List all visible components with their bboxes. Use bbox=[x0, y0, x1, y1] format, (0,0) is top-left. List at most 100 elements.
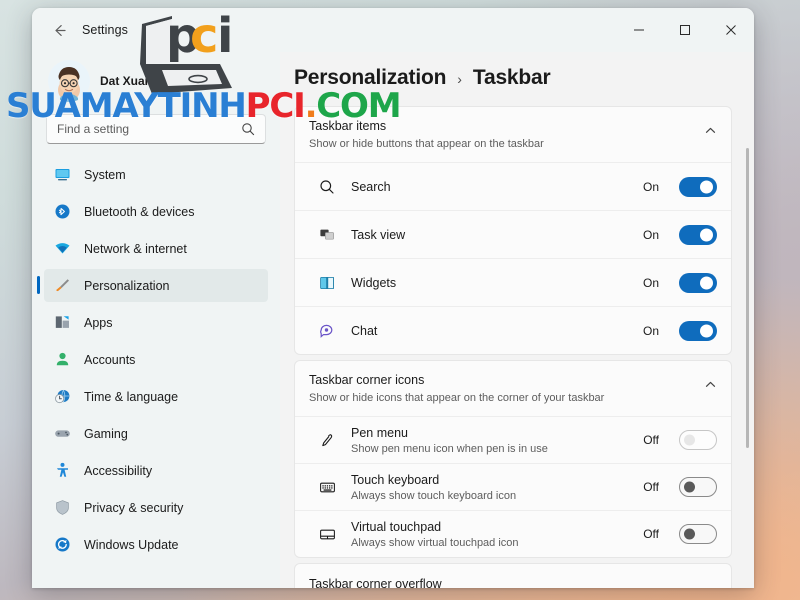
shield-icon bbox=[54, 499, 71, 516]
task-view-icon bbox=[317, 227, 337, 243]
sidebar: Dat Xuan Find a setting System Bluetooth… bbox=[32, 52, 280, 588]
sidebar-item-label: Windows Update bbox=[84, 537, 179, 552]
row-search: Search On bbox=[295, 162, 731, 210]
sidebar-item-bluetooth-devices[interactable]: Bluetooth & devices bbox=[44, 195, 268, 228]
window-controls bbox=[616, 8, 754, 52]
toggle-state-label: Off bbox=[643, 527, 659, 542]
breadcrumb-parent[interactable]: Personalization bbox=[294, 66, 446, 90]
sidebar-item-time-language[interactable]: Time & language bbox=[44, 380, 268, 413]
account-block[interactable]: Dat Xuan bbox=[44, 52, 268, 114]
sidebar-item-privacy-security[interactable]: Privacy & security bbox=[44, 491, 268, 524]
section-subtitle: Show or hide buttons that appear on the … bbox=[309, 137, 544, 150]
bluetooth-icon bbox=[54, 203, 71, 220]
sidebar-nav: System Bluetooth & devices Network & int… bbox=[37, 158, 268, 565]
vertical-scrollbar[interactable] bbox=[744, 148, 751, 543]
row-task-view: Task view On bbox=[295, 210, 731, 258]
section-title: Taskbar corner icons bbox=[309, 373, 425, 388]
sidebar-item-network-internet[interactable]: Network & internet bbox=[44, 232, 268, 265]
close-button[interactable] bbox=[708, 8, 754, 52]
row-title: Chat bbox=[351, 323, 378, 338]
paintbrush-icon bbox=[54, 277, 71, 294]
section-header[interactable]: Taskbar corner icons Show or hide icons … bbox=[295, 361, 731, 416]
sidebar-item-system[interactable]: System bbox=[44, 158, 268, 191]
sidebar-item-label: Network & internet bbox=[84, 241, 187, 256]
toggle-state-label: On bbox=[642, 323, 659, 338]
row-subtitle: Always show touch keyboard icon bbox=[351, 489, 517, 502]
sidebar-item-label: Accounts bbox=[84, 352, 136, 367]
sidebar-item-accounts[interactable]: Accounts bbox=[44, 343, 268, 376]
avatar bbox=[48, 60, 90, 102]
user-avatar-icon bbox=[48, 60, 90, 102]
search-icon bbox=[241, 122, 255, 136]
minimize-icon bbox=[634, 29, 644, 31]
wifi-icon bbox=[54, 240, 71, 257]
scrollbar-thumb[interactable] bbox=[746, 148, 749, 448]
window-body: Dat Xuan Find a setting System Bluetooth… bbox=[32, 52, 754, 588]
row-title: Pen menu bbox=[351, 425, 408, 440]
back-button[interactable] bbox=[42, 15, 76, 45]
row-title: Search bbox=[351, 179, 391, 194]
sidebar-item-label: Apps bbox=[84, 315, 113, 330]
sidebar-item-label: Accessibility bbox=[84, 463, 153, 478]
row-title: Task view bbox=[351, 227, 406, 242]
sidebar-item-label: Time & language bbox=[84, 389, 179, 404]
search-input[interactable] bbox=[57, 122, 241, 136]
row-touch-keyboard: Touch keyboard Always show touch keyboar… bbox=[295, 463, 731, 510]
search-icon bbox=[317, 179, 337, 195]
settings-window: Settings Dat Xuan Find a setting System … bbox=[32, 8, 754, 588]
pen-menu-toggle[interactable] bbox=[679, 430, 717, 451]
minimize-button[interactable] bbox=[616, 8, 662, 52]
account-text: Dat Xuan bbox=[100, 74, 152, 89]
system-monitor-icon bbox=[54, 166, 71, 183]
accessibility-person-icon bbox=[54, 462, 71, 479]
chevron-up-icon[interactable] bbox=[704, 118, 717, 142]
sidebar-item-label: System bbox=[84, 167, 126, 182]
apps-icon bbox=[54, 314, 71, 331]
back-arrow-icon bbox=[54, 24, 66, 36]
toggle-state-label: Off bbox=[643, 480, 659, 495]
keyboard-icon bbox=[317, 479, 337, 496]
app-title: Settings bbox=[82, 23, 128, 37]
toggle-state-label: On bbox=[642, 275, 659, 290]
chat-toggle[interactable] bbox=[679, 320, 717, 341]
search-box[interactable] bbox=[46, 114, 266, 144]
sidebar-item-windows-update[interactable]: Windows Update bbox=[44, 528, 268, 561]
task-view-toggle[interactable] bbox=[679, 224, 717, 245]
pen-icon bbox=[317, 432, 337, 448]
close-icon bbox=[726, 25, 736, 35]
widgets-toggle[interactable] bbox=[679, 272, 717, 293]
row-pen-menu: Pen menu Show pen menu icon when pen is … bbox=[295, 416, 731, 463]
section-title: Taskbar items bbox=[309, 119, 387, 133]
page-title: Taskbar bbox=[472, 66, 551, 89]
section-header[interactable]: Taskbar items Show or hide buttons that … bbox=[295, 107, 731, 162]
sidebar-item-personalization[interactable]: Personalization bbox=[37, 269, 268, 302]
section-taskbar-items: Taskbar items Show or hide buttons that … bbox=[294, 106, 732, 356]
gamepad-icon bbox=[54, 425, 71, 442]
chevron-up-icon[interactable] bbox=[704, 372, 717, 396]
row-subtitle: Show pen menu icon when pen is in use bbox=[351, 442, 548, 455]
sidebar-item-label: Bluetooth & devices bbox=[84, 204, 195, 219]
sidebar-item-apps[interactable]: Apps bbox=[44, 306, 268, 339]
sidebar-item-gaming[interactable]: Gaming bbox=[44, 417, 268, 450]
sidebar-item-accessibility[interactable]: Accessibility bbox=[44, 454, 268, 487]
sidebar-item-label: Privacy & security bbox=[84, 500, 184, 515]
row-chat: Chat On bbox=[295, 306, 731, 354]
toggle-state-label: On bbox=[642, 179, 659, 194]
search-toggle[interactable] bbox=[679, 176, 717, 197]
row-title: Virtual touchpad bbox=[351, 519, 442, 534]
section-taskbar-corner-overflow[interactable]: Taskbar corner overflow bbox=[294, 563, 732, 588]
clock-globe-icon bbox=[54, 388, 71, 405]
row-title: Touch keyboard bbox=[351, 472, 440, 487]
section-taskbar-corner-icons: Taskbar corner icons Show or hide icons … bbox=[294, 360, 732, 559]
row-virtual-touchpad: Virtual touchpad Always show virtual tou… bbox=[295, 510, 731, 557]
toggle-state-label: On bbox=[642, 227, 659, 242]
maximize-button[interactable] bbox=[662, 8, 708, 52]
section-subtitle: Show or hide icons that appear on the co… bbox=[309, 392, 605, 405]
chat-bubble-icon bbox=[317, 323, 337, 339]
widgets-icon bbox=[317, 275, 337, 291]
update-refresh-icon bbox=[54, 536, 71, 553]
maximize-icon bbox=[680, 25, 690, 35]
settings-cards: Taskbar items Show or hide buttons that … bbox=[294, 106, 744, 588]
touch-keyboard-toggle[interactable] bbox=[679, 477, 717, 498]
virtual-touchpad-toggle[interactable] bbox=[679, 524, 717, 545]
